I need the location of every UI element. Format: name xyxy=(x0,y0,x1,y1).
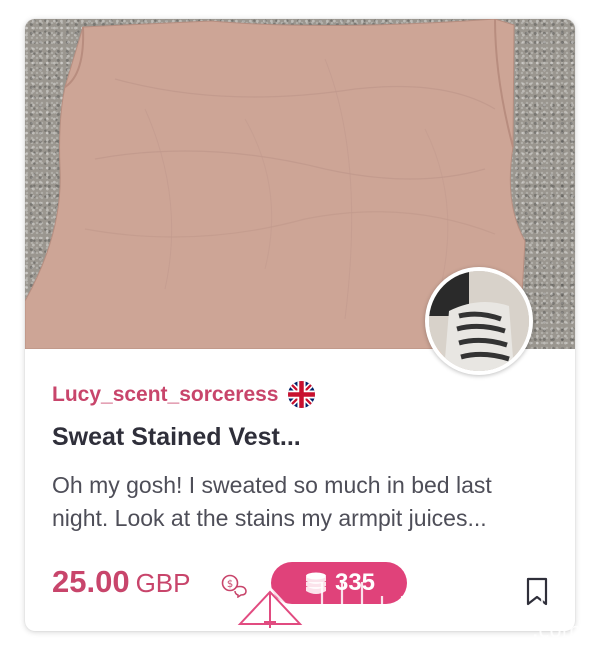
svg-text:$: $ xyxy=(227,579,233,590)
price-currency: GBP xyxy=(135,568,191,598)
seller-avatar[interactable] xyxy=(425,267,533,375)
bookmark-icon[interactable] xyxy=(525,576,549,608)
price: 25.00 GBP xyxy=(52,564,191,600)
listing-description: Oh my gosh! I sweated so much in bed las… xyxy=(52,472,492,531)
listing-title[interactable]: Sweat Stained Vest... xyxy=(52,423,301,452)
uk-flag-icon xyxy=(288,381,316,408)
price-amount: 25.00 xyxy=(52,564,130,599)
coin-price-button[interactable]: 335 xyxy=(271,562,407,604)
listing-card[interactable]: Lucy_scent_sorceress Sweat Stained Vest.… xyxy=(25,19,575,631)
coin-price: 335 xyxy=(334,569,376,596)
avatar-photo xyxy=(429,271,529,371)
seller-row[interactable]: Lucy_scent_sorceress xyxy=(52,381,316,408)
make-offer-icon[interactable]: $ xyxy=(221,574,249,599)
seller-name[interactable]: Lucy_scent_sorceress xyxy=(52,383,278,407)
coins-icon xyxy=(305,572,326,594)
